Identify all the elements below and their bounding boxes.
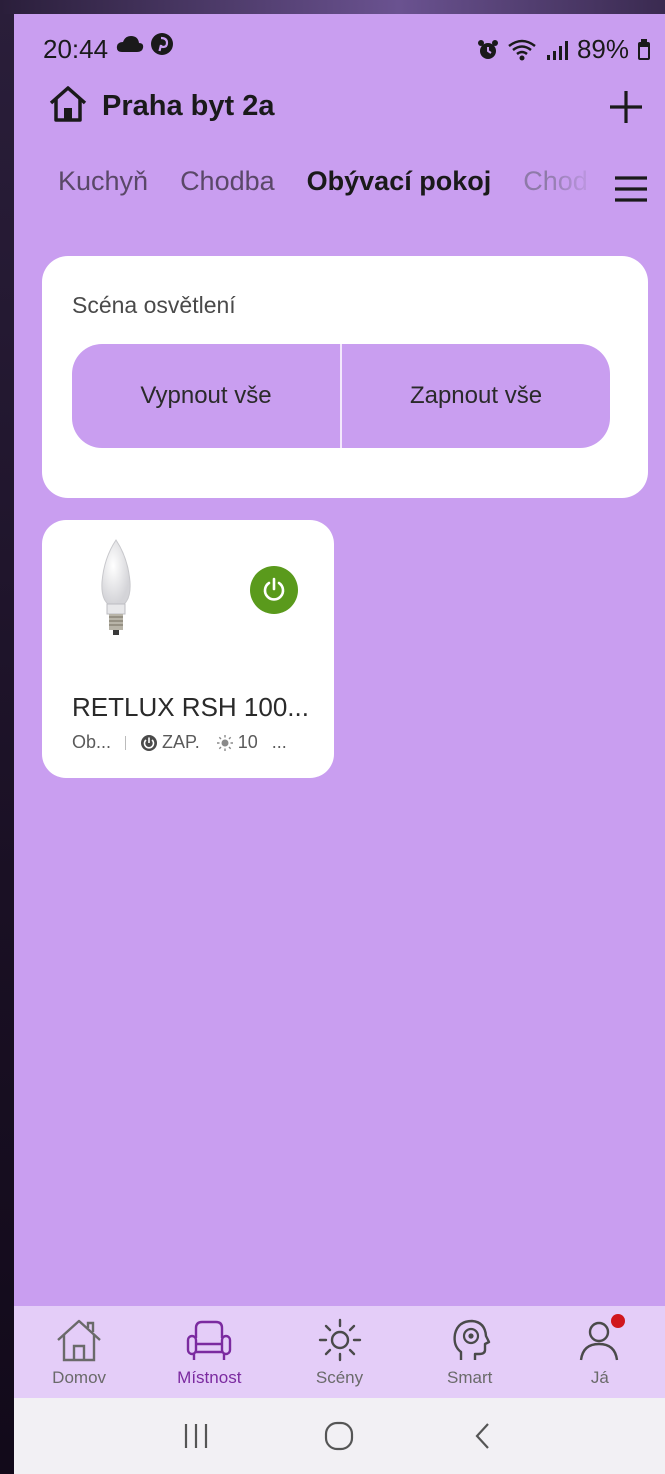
signal-icon (546, 40, 568, 60)
nav-item-smart[interactable]: Smart (405, 1306, 535, 1398)
device-card[interactable]: RETLUX RSH 100... Ob... ZAP. 10 ... (42, 520, 334, 778)
nav-item-sceny[interactable]: Scény (274, 1306, 404, 1398)
home-icon[interactable] (48, 84, 88, 124)
back-button[interactable] (463, 1416, 503, 1456)
scene-button-group: Vypnout vše Zapnout vše (72, 344, 610, 448)
turn-on-all-button[interactable]: Zapnout vše (342, 344, 610, 448)
status-time: 20:44 (43, 34, 109, 64)
meta-separator (125, 735, 127, 750)
device-more: ... (271, 732, 287, 752)
nav-label-smart: Smart (447, 1368, 493, 1387)
home-circle-icon (325, 1421, 354, 1451)
battery-icon (638, 38, 650, 60)
home-icon (57, 1319, 101, 1362)
app-screen: 20:44 89% Praha byt 2a Kuchyň Chodba Obý… (14, 14, 665, 1474)
nav-label-mistnost: Místnost (177, 1368, 242, 1387)
power-state-icon (141, 734, 158, 751)
power-toggle-button[interactable] (250, 566, 298, 614)
alarm-icon (477, 39, 498, 59)
recent-apps-button[interactable] (176, 1416, 216, 1456)
home-system-button[interactable] (319, 1416, 359, 1456)
brain-gear-icon (453, 1319, 490, 1360)
turn-off-all-button[interactable]: Vypnout vše (72, 344, 340, 448)
device-room: Ob... (72, 732, 112, 752)
plus-icon[interactable] (607, 88, 645, 126)
device-bezel-top (0, 0, 665, 14)
system-nav-bar (14, 1398, 665, 1474)
nav-item-domov[interactable]: Domov (14, 1306, 144, 1398)
tab-kuchyn[interactable]: Kuchyň (58, 166, 148, 197)
device-brightness: 10 (237, 732, 258, 752)
nav-label-ja: Já (590, 1368, 609, 1387)
nav-item-mistnost[interactable]: Místnost (144, 1306, 274, 1398)
pinterest-icon (151, 33, 173, 55)
bulb-icon (101, 539, 131, 635)
nav-label-sceny: Scény (315, 1368, 364, 1387)
cloud-icon (116, 36, 144, 52)
notification-dot (610, 1314, 625, 1328)
home-title[interactable]: Praha byt 2a (102, 90, 274, 123)
lighting-scene-card: Scéna osvětlení Vypnout vše Zapnout vše (42, 256, 648, 498)
wifi-icon (508, 39, 536, 60)
armchair-icon (187, 1320, 232, 1360)
device-meta: Ob... ZAP. 10 ... (72, 732, 287, 753)
tab-chodba[interactable]: Chodba (180, 166, 275, 197)
nav-item-ja[interactable]: Já (535, 1306, 665, 1398)
tab-obyvaci-pokoj[interactable]: Obývací pokoj (307, 166, 492, 197)
room-tabs: Kuchyň Chodba Obývací pokoj Chod (14, 160, 665, 210)
bottom-nav: Domov Místnost Scény Smart Já (14, 1306, 665, 1398)
back-icon (475, 1423, 489, 1449)
power-icon (263, 577, 285, 601)
recent-apps-icon (184, 1424, 207, 1448)
device-state: ZAP. (162, 732, 200, 752)
brightness-icon (216, 734, 233, 751)
battery-percent: 89% (576, 34, 629, 64)
nav-label-domov: Domov (52, 1368, 107, 1387)
device-bezel (0, 0, 14, 1474)
menu-icon[interactable] (613, 174, 649, 204)
sun-icon (318, 1318, 361, 1362)
header: Praha byt 2a (14, 78, 665, 138)
device-name: RETLUX RSH 100... (72, 692, 309, 722)
status-bar: 20:44 89% (14, 14, 665, 78)
scene-card-title: Scéna osvětlení (72, 292, 236, 318)
